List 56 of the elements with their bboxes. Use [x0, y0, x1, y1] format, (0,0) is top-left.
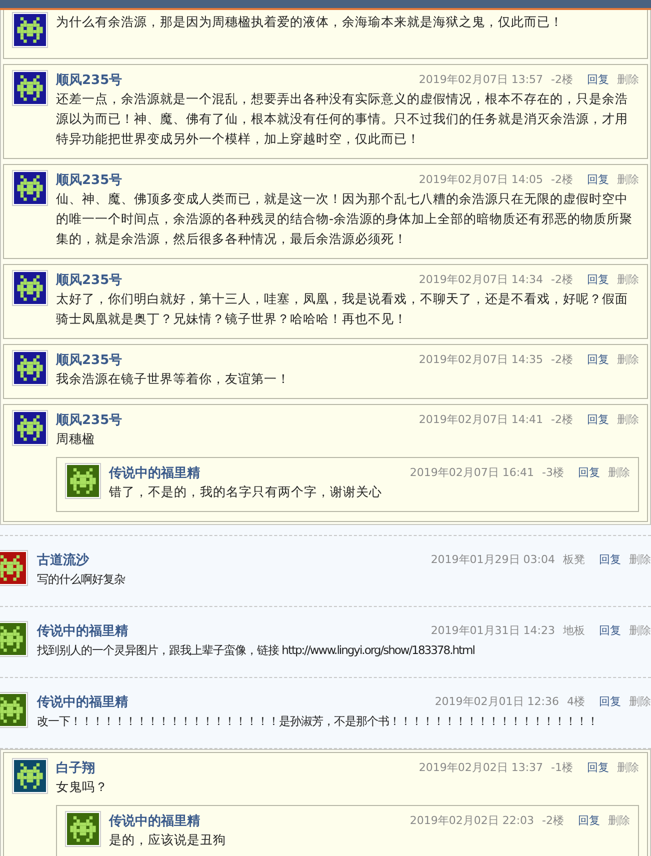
post-date: 2019年02月07日 13:57: [418, 72, 544, 87]
user-name[interactable]: 传说中的福里精: [109, 812, 402, 830]
floor-label: -2楼: [551, 72, 573, 87]
floor-label: 4楼: [567, 694, 585, 709]
post-date: 2019年02月07日 14:34: [418, 272, 544, 287]
reply-text: 周穗楹: [56, 430, 96, 448]
post-date: 2019年02月07日 14:05: [418, 172, 544, 187]
reply-text: 是的，应该说是丑狗: [109, 831, 227, 849]
user-name[interactable]: 古道流沙: [37, 550, 423, 568]
post-date: 2019年02月07日 14:35: [418, 352, 544, 367]
floor-label: -2楼: [551, 352, 573, 367]
reply-link[interactable]: 回复: [587, 412, 609, 427]
reply-text: 太好了，你们明白就好，第十三人，哇塞，凤凰，我是说看戏，不聊天了，还是不看戏，好呢？假面骑士凤凰就是奥丁？兄妹情？镜子世界？哈哈哈！再也不见！: [56, 290, 629, 328]
reply-link[interactable]: 回复: [599, 552, 621, 567]
floor-label: -2楼: [551, 272, 573, 287]
reply-link[interactable]: 回复: [587, 760, 609, 775]
user-name[interactable]: 白子翔: [56, 758, 411, 776]
post-date: 2019年01月29日 03:04: [430, 552, 555, 567]
floor-label: -2楼: [551, 412, 573, 427]
user-name[interactable]: 顺风235号: [56, 170, 411, 188]
floor-label: 地板: [563, 623, 585, 638]
post-date: 2019年01月31日 14:23: [430, 623, 555, 638]
floor-label: -2楼: [551, 172, 573, 187]
floor-label: -2楼: [542, 813, 564, 828]
user-name[interactable]: 传说中的福里精: [37, 622, 423, 640]
reply-text: 错了，不是的，我的名字只有两个字，谢谢关心: [109, 483, 383, 501]
post-date: 2019年02月02日 22:03: [410, 813, 534, 828]
user-name[interactable]: 顺风235号: [56, 70, 411, 88]
reply-link[interactable]: 回复: [599, 694, 621, 709]
post-text: 找到别人的一个灵异图片，跟我上辈子蛮像，链接 http://www.lingyi.org/show/183378.html: [37, 642, 476, 659]
reply-text: 女鬼吗？: [56, 778, 109, 796]
post-date: 2019年02月01日 12:36: [434, 694, 559, 709]
reply-link[interactable]: 回复: [599, 623, 621, 638]
floor-label: -3楼: [542, 465, 564, 480]
user-name[interactable]: 传说中的福里精: [37, 692, 427, 710]
floor-label: -1楼: [551, 760, 573, 775]
reply-link[interactable]: 回复: [587, 172, 609, 187]
post-text: 改一下！！！！！！！！！！！！！！！！！！！是孙淑芳，不是那个书！！！！！！！！！！！！！！！！！！！: [37, 713, 599, 730]
post-date: 2019年02月07日 16:41: [410, 465, 534, 480]
post-date: 2019年02月02日 13:37: [418, 760, 544, 775]
user-name[interactable]: 顺风235号: [56, 410, 411, 428]
user-name[interactable]: 顺风235号: [56, 270, 411, 288]
reply-link[interactable]: 回复: [587, 352, 609, 367]
reply-link[interactable]: 回复: [587, 72, 609, 87]
reply-text: 为什么有余浩源，那是因为周穗楹执着爱的液体，余海瑜本来就是海狱之鬼，仅此而已！: [56, 13, 564, 31]
floor-label: 板凳: [563, 552, 585, 567]
reply-link[interactable]: 回复: [578, 465, 600, 480]
user-name[interactable]: 顺风235号: [56, 350, 411, 368]
reply-text: 还差一点，余浩源就是一个混乱，想要弄出各种没有实际意义的虚假情况，根本不存在的，只是余浩源以为而已！神、魔、佛有了仙，根本就没有任何的事情。只不过我们的任务就是消灭余浩源，才用特异功能把世界变成另外一个模样，加上穿越时空，仅此而已！: [56, 90, 629, 148]
reply-text: 我余浩源在镜子世界等着你，友谊第一！: [56, 370, 291, 388]
reply-link[interactable]: 回复: [578, 813, 600, 828]
post-date: 2019年02月07日 14:41: [418, 412, 544, 427]
post-text: 写的什么啊好复杂: [37, 571, 126, 588]
reply-text: 仙、神、魔、佛顶多变成人类而已，就是这一次！因为那个乱七八糟的余浩源只在无限的虚假时空中的唯一一个时间点，余浩源的各种残灵的结合物-余浩源的身体加上全部的暗物质还有邪恶的物质所聚集的，就是余浩源，然后很多各种情况，最后余浩源必须死！: [56, 190, 634, 248]
user-name[interactable]: 传说中的福里精: [109, 464, 402, 482]
reply-link[interactable]: 回复: [587, 272, 609, 287]
